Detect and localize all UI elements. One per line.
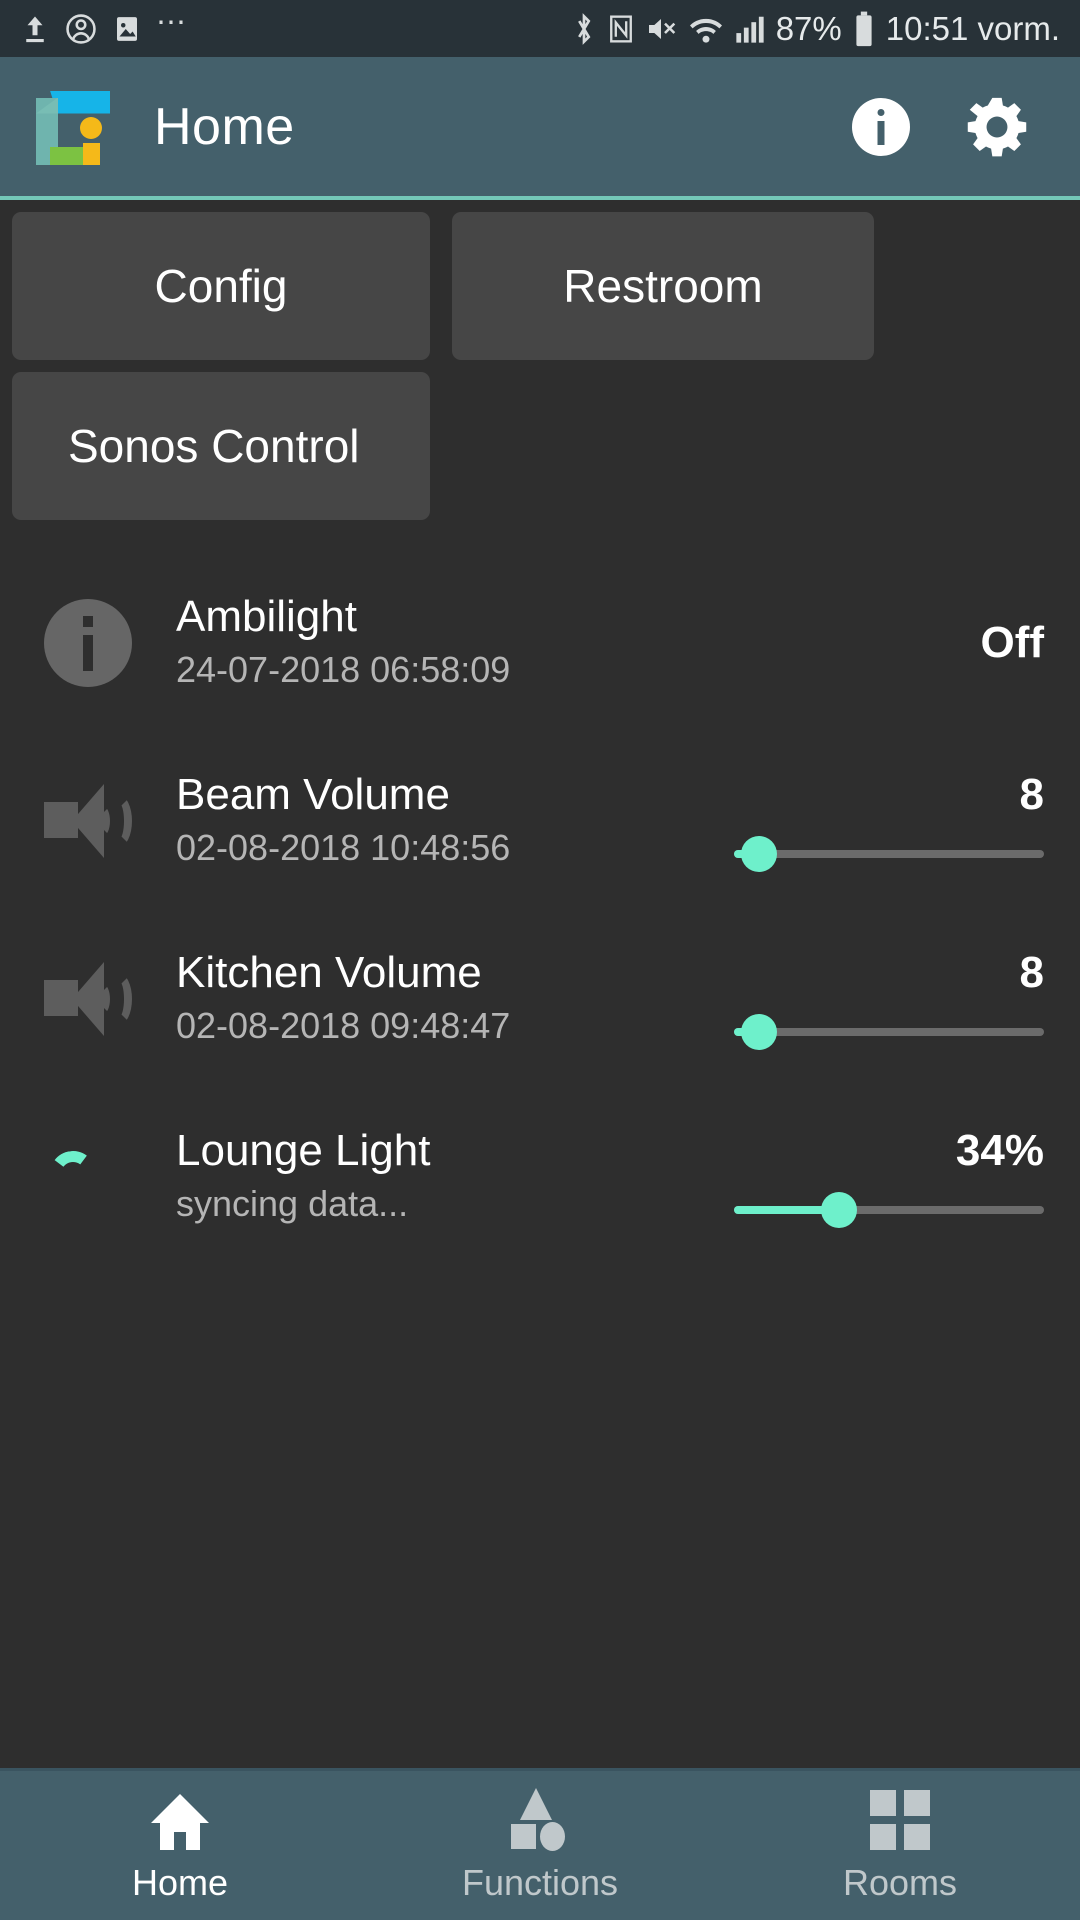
device-text: Kitchen Volume 02-08-2018 09:48:47 xyxy=(152,948,714,1050)
device-icon-wrap xyxy=(44,593,152,693)
nfc-icon xyxy=(609,14,632,43)
device-title: Kitchen Volume xyxy=(176,947,482,997)
nav-label: Functions xyxy=(461,1861,619,1903)
device-text: Beam Volume 02-08-2018 10:48:56 xyxy=(152,770,714,872)
speaker-volume-icon xyxy=(44,784,132,858)
shapes-icon xyxy=(507,1787,573,1851)
slider-thumb[interactable] xyxy=(821,1192,858,1228)
device-title: Beam Volume xyxy=(176,769,450,819)
device-row-lounge-light[interactable]: Lounge Light syncing data... 34% xyxy=(0,1088,1080,1266)
cellular-signal-icon xyxy=(736,16,764,43)
speaker-volume-icon xyxy=(44,962,132,1036)
app-root: ⋯ 87% 10:51 vorm. Home Config Restroom S… xyxy=(0,0,1080,1920)
device-subtitle: syncing data... xyxy=(176,1183,409,1225)
status-bar-left-icons: ⋯ xyxy=(20,7,189,46)
info-circle-icon xyxy=(44,599,132,687)
device-title: Ambilight xyxy=(176,591,357,641)
device-slider[interactable] xyxy=(734,1014,1044,1050)
slider-track xyxy=(734,850,1044,858)
device-text: Ambilight 24-07-2018 06:58:09 xyxy=(152,592,714,694)
upload-icon xyxy=(26,16,44,42)
quick-button-restroom[interactable]: Restroom xyxy=(452,212,874,360)
app-bar: Home xyxy=(0,57,1080,200)
slider-thumb[interactable] xyxy=(740,836,777,872)
device-row-ambilight[interactable]: Ambilight 24-07-2018 06:58:09 Off xyxy=(0,554,1080,732)
nav-item-rooms[interactable]: Rooms xyxy=(720,1788,1080,1904)
battery-percent-label: 87% xyxy=(775,9,842,47)
app-bar-actions xyxy=(852,94,1044,160)
device-subtitle: 02-08-2018 09:48:47 xyxy=(176,1005,511,1047)
device-icon-wrap xyxy=(44,949,152,1049)
settings-gear-icon[interactable] xyxy=(964,94,1030,160)
device-slider[interactable] xyxy=(734,836,1044,872)
device-value: 8 xyxy=(1019,948,1044,997)
slider-thumb[interactable] xyxy=(740,1014,777,1050)
nav-label: Home xyxy=(131,1861,229,1903)
battery-icon xyxy=(856,11,872,46)
quick-buttons-row-1: Config Restroom xyxy=(0,200,1080,360)
info-icon[interactable] xyxy=(852,97,910,156)
nav-item-functions[interactable]: Functions xyxy=(360,1787,720,1904)
device-control: Off xyxy=(714,618,1044,668)
mute-icon xyxy=(648,18,675,39)
device-subtitle: 02-08-2018 10:48:56 xyxy=(176,827,511,869)
device-title: Lounge Light xyxy=(176,1125,431,1175)
quick-button-sonos-control[interactable]: Sonos Control xyxy=(12,372,430,520)
quick-buttons-row-2: Sonos Control xyxy=(0,360,1080,520)
device-control: 34% xyxy=(714,1126,1044,1228)
nav-item-home[interactable]: Home xyxy=(0,1788,360,1904)
status-bar-right-icons: 87% 10:51 vorm. xyxy=(571,10,1060,48)
quick-button-config[interactable]: Config xyxy=(12,212,430,360)
main-content: Config Restroom Sonos Control Ambilight … xyxy=(0,200,1080,1768)
device-value: Off xyxy=(980,618,1044,667)
loading-spinner-icon xyxy=(44,1147,104,1207)
device-subtitle: 24-07-2018 06:58:09 xyxy=(176,649,511,691)
app-logo-icon xyxy=(36,89,110,165)
device-control: 8 xyxy=(714,770,1044,872)
page-title: Home xyxy=(154,97,295,156)
device-text: Lounge Light syncing data... xyxy=(152,1126,714,1228)
slider-track xyxy=(734,1028,1044,1036)
device-list: Ambilight 24-07-2018 06:58:09 Off Beam V… xyxy=(0,520,1080,1266)
device-value: 8 xyxy=(1019,770,1044,819)
overflow-dots-icon[interactable]: ⋯ xyxy=(156,7,189,44)
device-row-beam-volume[interactable]: Beam Volume 02-08-2018 10:48:56 8 xyxy=(0,732,1080,910)
device-slider[interactable] xyxy=(734,1192,1044,1228)
device-row-kitchen-volume[interactable]: Kitchen Volume 02-08-2018 09:48:47 8 xyxy=(0,910,1080,1088)
house-icon xyxy=(151,1788,209,1850)
device-value: 34% xyxy=(955,1126,1044,1175)
device-control: 8 xyxy=(714,948,1044,1050)
device-icon-wrap xyxy=(44,1127,152,1227)
bluetooth-icon xyxy=(577,12,591,45)
wifi-icon xyxy=(689,18,722,43)
account-icon xyxy=(66,13,96,44)
status-bar: ⋯ 87% 10:51 vorm. xyxy=(0,0,1080,57)
nav-label: Rooms xyxy=(842,1861,958,1903)
bottom-navigation: Home Functions Rooms xyxy=(0,1768,1080,1920)
photo-icon xyxy=(117,16,137,41)
device-icon-wrap xyxy=(44,771,152,871)
clock-label: 10:51 vorm. xyxy=(885,9,1060,47)
grid-rooms-icon xyxy=(870,1788,930,1850)
